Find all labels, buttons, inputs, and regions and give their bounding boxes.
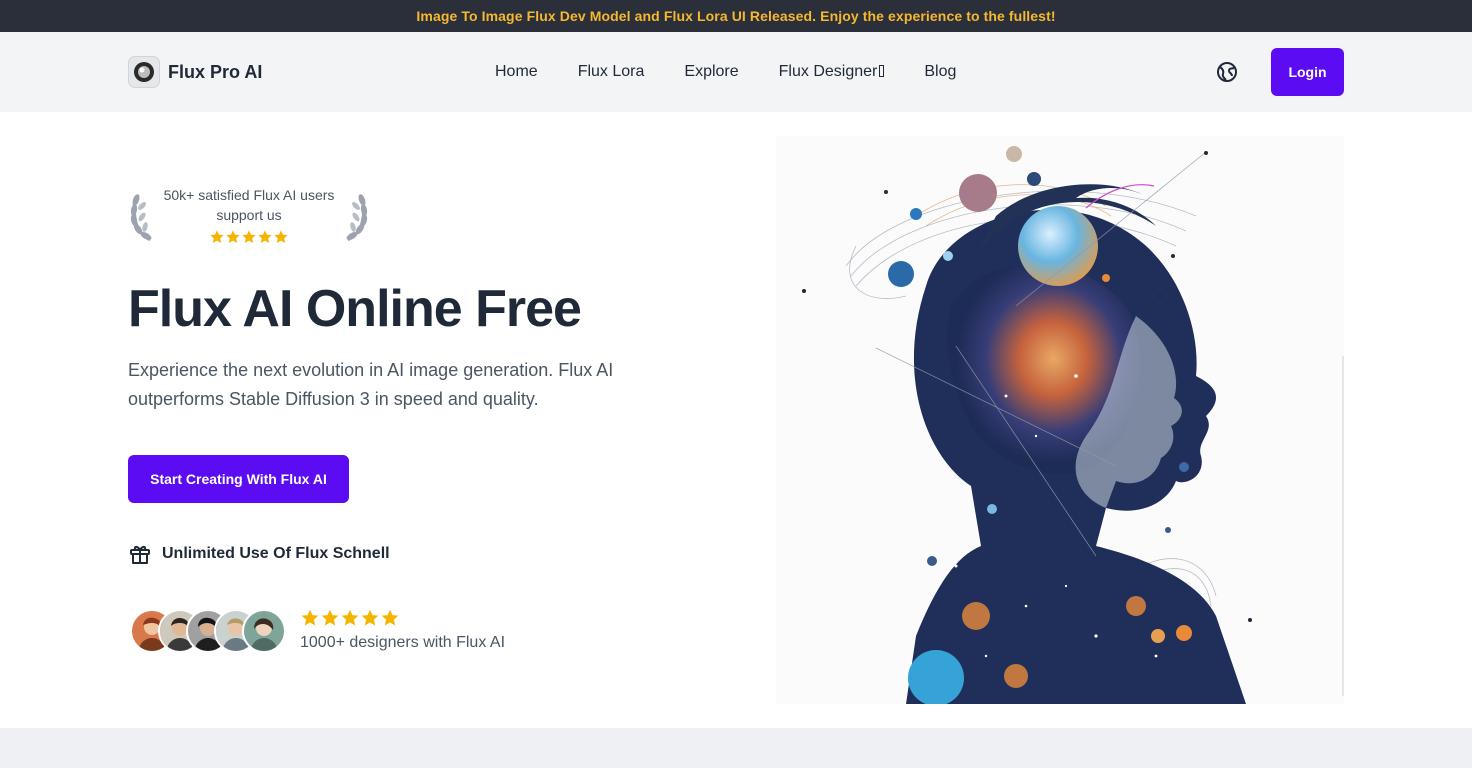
perk: Unlimited Use Of Flux Schnell (128, 542, 390, 566)
main-nav: Home Flux Lora Explore Flux Designer Blo… (495, 32, 956, 112)
external-link-icon (879, 65, 885, 77)
designers-count-text: 1000+ designers with Flux AI (300, 634, 506, 651)
gift-icon (130, 545, 150, 564)
hero-description: Experience the next evolution in AI imag… (128, 360, 614, 409)
globe-icon[interactable] (1215, 60, 1239, 84)
laurel-left-icon (130, 194, 152, 242)
nav-blog[interactable]: Blog (924, 63, 956, 81)
laurel-right-icon (346, 194, 368, 242)
designer-rating: 1000+ designers with Flux AI (300, 608, 505, 652)
nav-flux-designer[interactable]: Flux Designer (779, 63, 885, 81)
star-icon (301, 609, 319, 626)
hero-section: 50k+ satisfied Flux AI users support us … (0, 112, 1472, 768)
nav-home[interactable]: Home (495, 63, 538, 81)
announcement-text: Image To Image Flux Dev Model and Flux L… (416, 8, 1056, 24)
top-navbar: Flux Pro AI Home Flux Lora Explore Flux … (0, 32, 1472, 112)
social-proof-text: 50k+ satisfied Flux AI users support us (163, 187, 335, 223)
star-icon (210, 230, 224, 243)
brand-logo-icon (128, 56, 160, 88)
brand[interactable]: Flux Pro AI (128, 56, 262, 88)
designer-avatars (130, 609, 286, 653)
perk-text: Unlimited Use Of Flux Schnell (162, 545, 390, 562)
star-icon (321, 609, 339, 626)
rating-stars (300, 608, 505, 628)
star-icon (274, 230, 288, 243)
star-icon (242, 230, 256, 243)
nav-explore[interactable]: Explore (684, 63, 738, 81)
brand-name: Flux Pro AI (168, 61, 263, 82)
hero-illustration (776, 136, 1344, 704)
login-button[interactable]: Login (1271, 48, 1344, 96)
social-proof: 50k+ satisfied Flux AI users support us (156, 185, 342, 245)
star-icon (258, 230, 272, 243)
nav-flux-lora[interactable]: Flux Lora (578, 63, 645, 81)
avatar (242, 609, 286, 653)
star-icon (381, 609, 399, 626)
next-section-band (0, 728, 1472, 768)
start-creating-button[interactable]: Start Creating With Flux AI (128, 455, 349, 503)
nav-flux-designer-label: Flux Designer (778, 63, 878, 80)
star-icon (361, 609, 379, 626)
social-proof-stars (156, 229, 342, 245)
star-icon (341, 609, 359, 626)
star-icon (226, 230, 240, 243)
hero-title: Flux AI Online Free (128, 280, 582, 338)
announcement-bar: Image To Image Flux Dev Model and Flux L… (0, 0, 1472, 32)
